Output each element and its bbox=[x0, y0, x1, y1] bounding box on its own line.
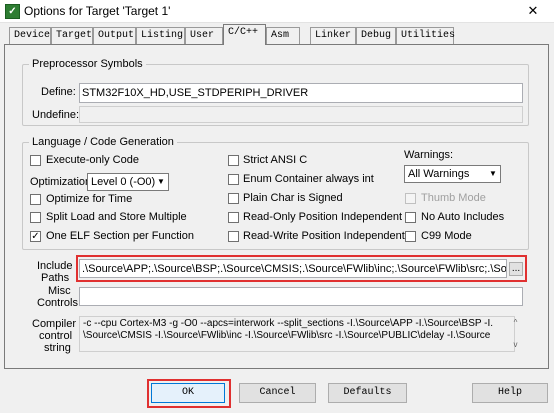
rw-pi-label: Read-Write Position Independent bbox=[243, 230, 405, 242]
execute-only-checkbox[interactable] bbox=[30, 155, 41, 166]
compiler-control-text[interactable]: -c --cpu Cortex-M3 -g -O0 --apcs=interwo… bbox=[79, 316, 515, 352]
tab-target[interactable]: Target bbox=[51, 27, 93, 44]
tab-linker[interactable]: Linker bbox=[310, 27, 356, 44]
thumb-mode-label: Thumb Mode bbox=[421, 192, 486, 204]
chevron-down-icon: ▼ bbox=[489, 169, 497, 178]
no-auto-includes-label: No Auto Includes bbox=[421, 211, 505, 223]
compiler-control-label-2: control bbox=[39, 330, 73, 342]
compiler-control-label-1: Compiler bbox=[32, 318, 77, 330]
ro-pi-checkbox[interactable] bbox=[228, 212, 239, 223]
strict-ansi-label: Strict ANSI C bbox=[243, 154, 308, 166]
misc-controls-label-1: Misc bbox=[48, 285, 71, 297]
tab-bar: Device Target Output Listing User C/C++ … bbox=[0, 24, 554, 45]
define-label: Define: bbox=[41, 86, 76, 98]
plain-char-checkbox[interactable] bbox=[228, 193, 239, 204]
tab-device[interactable]: Device bbox=[9, 27, 51, 44]
defaults-button[interactable]: Defaults bbox=[328, 383, 407, 403]
keil-app-icon: ✓ bbox=[5, 4, 20, 19]
enum-container-label: Enum Container always int bbox=[243, 173, 374, 185]
include-paths-label-2: Paths bbox=[41, 272, 70, 284]
undefine-input[interactable] bbox=[79, 106, 523, 123]
execute-only-label: Execute-only Code bbox=[46, 154, 139, 166]
preprocessor-legend: Preprocessor Symbols bbox=[32, 58, 143, 70]
include-paths-highlight bbox=[76, 255, 527, 282]
compiler-control-label-3: string bbox=[44, 342, 71, 354]
include-paths-label-1: Include bbox=[37, 260, 73, 272]
scroll-up-icon[interactable]: ^ bbox=[509, 318, 522, 328]
close-button[interactable]: ✕ bbox=[521, 3, 545, 19]
warnings-label: Warnings: bbox=[404, 149, 454, 161]
split-load-label: Split Load and Store Multiple bbox=[46, 211, 187, 223]
compiler-control-line-1: -c --cpu Cortex-M3 -g -O0 --apcs=interwo… bbox=[83, 318, 494, 329]
tab-utilities[interactable]: Utilities bbox=[396, 27, 455, 44]
ro-pi-label: Read-Only Position Independent bbox=[243, 211, 402, 223]
help-button[interactable]: Help bbox=[472, 383, 548, 403]
window-title: Options for Target 'Target 1' bbox=[24, 4, 171, 18]
warnings-value: All Warnings bbox=[408, 168, 470, 180]
undefine-label: Undefine: bbox=[32, 109, 80, 121]
strict-ansi-checkbox[interactable] bbox=[228, 155, 239, 166]
optimization-select[interactable]: Level 0 (-O0) ▼ bbox=[87, 173, 169, 191]
no-auto-includes-checkbox[interactable] bbox=[405, 212, 416, 223]
rw-pi-checkbox[interactable] bbox=[228, 231, 239, 242]
scroll-down-icon[interactable]: v bbox=[509, 340, 522, 350]
define-input[interactable]: STM32F10X_HD,USE_STDPERIPH_DRIVER bbox=[79, 83, 523, 103]
tab-asm[interactable]: Asm bbox=[266, 27, 300, 44]
plain-char-label: Plain Char is Signed bbox=[243, 192, 343, 204]
tab-output[interactable]: Output bbox=[93, 27, 136, 44]
tab-debug[interactable]: Debug bbox=[356, 27, 396, 44]
optimization-value: Level 0 (-O0) bbox=[91, 176, 156, 188]
ok-button-highlight bbox=[147, 379, 231, 408]
cancel-button[interactable]: Cancel bbox=[239, 383, 316, 403]
title-bar: ✓ Options for Target 'Target 1' ✕ bbox=[0, 0, 554, 23]
one-elf-label: One ELF Section per Function bbox=[46, 230, 194, 242]
chevron-down-icon: ▼ bbox=[157, 177, 165, 186]
split-load-checkbox[interactable] bbox=[30, 212, 41, 223]
tab-c-cpp[interactable]: C/C++ bbox=[223, 24, 266, 45]
one-elf-checkbox[interactable]: ✓ bbox=[30, 231, 41, 242]
thumb-mode-checkbox[interactable] bbox=[405, 193, 416, 204]
warnings-select[interactable]: All Warnings ▼ bbox=[404, 165, 501, 183]
c99-mode-checkbox[interactable] bbox=[405, 231, 416, 242]
misc-controls-input[interactable] bbox=[79, 287, 523, 306]
tab-listing[interactable]: Listing bbox=[136, 27, 185, 44]
optimize-time-checkbox[interactable] bbox=[30, 194, 41, 205]
enum-container-checkbox[interactable] bbox=[228, 174, 239, 185]
optimization-label: Optimization: bbox=[30, 176, 95, 188]
misc-controls-label-2: Controls bbox=[37, 297, 78, 309]
language-legend: Language / Code Generation bbox=[32, 136, 174, 148]
optimize-time-label: Optimize for Time bbox=[46, 193, 133, 205]
tab-user[interactable]: User bbox=[185, 27, 223, 44]
compiler-control-line-2: \Source\CMSIS -I.\Source\FWlib\inc -I.\S… bbox=[83, 330, 491, 341]
c99-mode-label: C99 Mode bbox=[421, 230, 472, 242]
